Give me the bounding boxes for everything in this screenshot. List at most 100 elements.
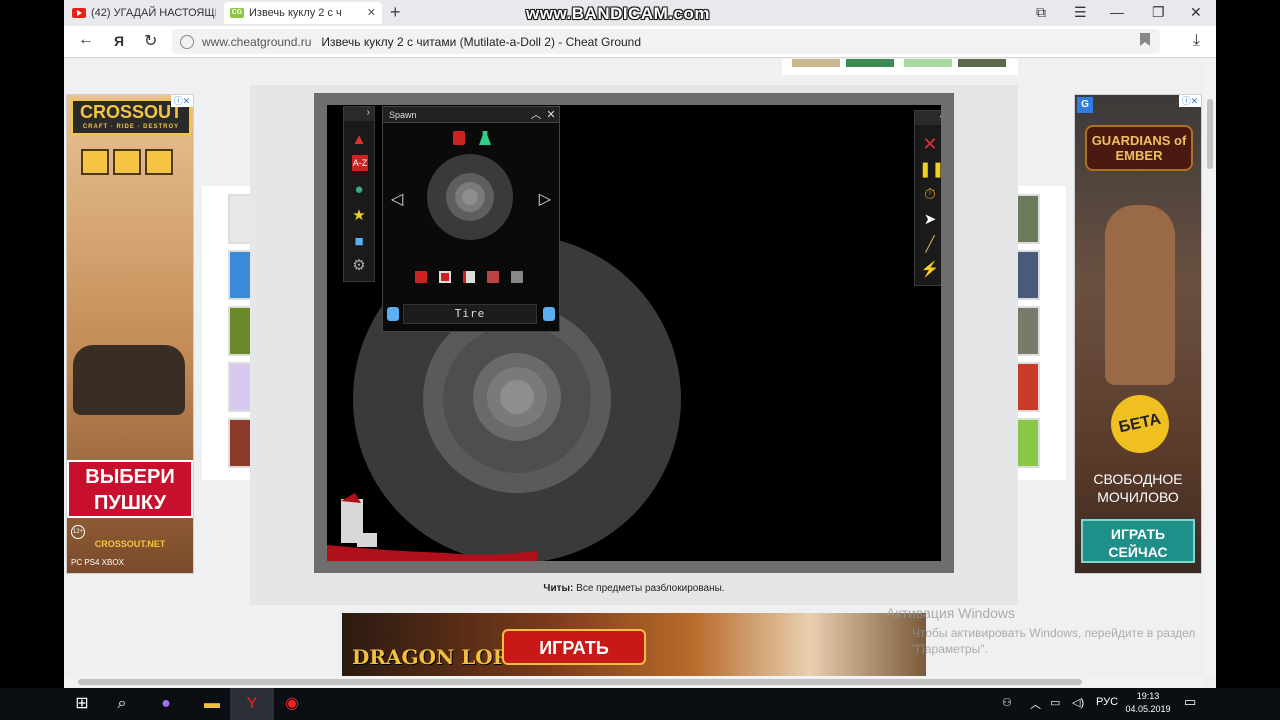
ad-brand: DRAGON LORD — [352, 645, 527, 669]
url-page-title: Извечь куклу 2 с читами (Mutilate-a-Doll… — [321, 34, 642, 49]
collapse-icon[interactable]: ︿ — [529, 107, 543, 123]
cheats-caption: Читы: Все предметы разблокированы. — [250, 583, 1018, 594]
file-explorer-icon[interactable]: ▬ — [190, 688, 234, 720]
game-thumbnail[interactable] — [846, 59, 894, 67]
shapes-icon[interactable]: ▲ — [348, 129, 370, 151]
tab-youtube[interactable]: (42) УГАДАЙ НАСТОЯЩЕЕ — [66, 2, 216, 24]
volume-icon[interactable]: ◁) — [1072, 696, 1084, 709]
language-indicator[interactable]: РУС — [1096, 696, 1118, 708]
star-icon[interactable]: ★ — [348, 205, 370, 227]
ad-cta[interactable]: ИГРАТЬ СЕЙЧАС — [1081, 519, 1195, 563]
web-page: CROSSOUT CRAFT · RIDE · DESTROY ВЫБЕРИ П… — [64, 59, 1216, 676]
ad-choices-icon[interactable]: ⓘ✕ — [171, 95, 193, 107]
yandex-icon[interactable]: Я — [114, 33, 124, 49]
bookmark-icon[interactable] — [1140, 33, 1150, 46]
ad-cta[interactable]: ВЫБЕРИ ПУШКУ — [67, 460, 193, 518]
ad-brand: CROSSOUT — [79, 102, 182, 122]
youtube-icon — [72, 8, 86, 18]
search-icon[interactable] — [387, 307, 399, 321]
tire-preview-center — [462, 189, 478, 205]
address-bar-row: ← Я ↻ www.cheatground.ru Извечь куклу 2 … — [64, 26, 1216, 58]
lightning-icon[interactable]: ⚡ — [919, 259, 941, 281]
tray-chevron-icon[interactable]: ︿ — [1030, 696, 1041, 712]
site-info-icon[interactable] — [180, 34, 194, 49]
cursor-icon[interactable]: ➤ — [919, 209, 941, 231]
save-icon[interactable]: ■ — [348, 231, 370, 253]
game-stage[interactable]: › ▲ A-Z ● ★ ■ ⚙ Spawn ︿ ✕ ◁ ▷ Tire ✕ ❚❚ … — [327, 105, 941, 561]
beta-badge: БЕТА — [1105, 389, 1175, 459]
back-icon[interactable]: ← — [78, 31, 94, 49]
category-icon[interactable] — [487, 271, 499, 283]
next-item-icon[interactable]: ▷ — [539, 189, 551, 209]
toolbar-header: › — [344, 107, 374, 121]
item-preview — [427, 154, 513, 240]
previous-item-icon[interactable]: ◁ — [391, 189, 403, 209]
alphabet-icon[interactable]: A-Z — [352, 155, 368, 171]
guardians-ad[interactable]: G ⓘ✕ GUARDIANS of EMBER БЕТА СВОБОДНОЕ М… — [1074, 94, 1202, 574]
cheats-label: Читы: — [543, 583, 574, 594]
minimize-icon[interactable]: — — [1110, 4, 1124, 20]
horizontal-scrollbar[interactable] — [64, 676, 1204, 688]
ad-brand: GUARDIANS of EMBER — [1085, 125, 1193, 171]
gear-icon — [113, 149, 141, 175]
buggy-image — [73, 345, 185, 415]
tab-label: Извечь куклу 2 с ч — [249, 7, 342, 19]
tab-cheatground[interactable]: CG Извечь куклу 2 с ч ✕ — [224, 2, 382, 24]
time: 19:13 — [1136, 691, 1160, 701]
screen: (42) УГАДАЙ НАСТОЯЩЕЕ CG Извечь куклу 2 … — [0, 0, 1280, 720]
google-ad-icon: G — [1077, 97, 1093, 113]
restore-icon[interactable]: ❐ — [1152, 4, 1165, 21]
close-window-icon[interactable]: ✕ — [1190, 4, 1202, 21]
menu-icon[interactable]: ☰ — [1074, 4, 1087, 21]
ad-icons — [81, 149, 177, 180]
delete-icon[interactable]: ✕ — [919, 133, 941, 155]
scroll-thumb[interactable] — [78, 679, 1082, 685]
ad-choices-icon[interactable]: ⓘ✕ — [1179, 95, 1201, 107]
age-rating: 12+ — [71, 525, 85, 539]
clock[interactable]: 19:13 04.05.2019 — [1124, 690, 1172, 716]
notifications-icon[interactable]: ▭ — [1184, 694, 1196, 710]
new-tab-button[interactable]: + — [390, 2, 401, 23]
category-icon[interactable] — [511, 271, 523, 283]
category-icon[interactable] — [463, 271, 475, 283]
close-tab-icon[interactable]: ✕ — [367, 6, 376, 19]
wrench-icon — [81, 149, 109, 175]
ad-platforms: PC PS4 XBOX — [71, 558, 124, 567]
crossout-ad[interactable]: CROSSOUT CRAFT · RIDE · DESTROY ВЫБЕРИ П… — [66, 94, 194, 574]
date: 04.05.2019 — [1125, 704, 1171, 714]
knife-icon[interactable]: ╱ — [919, 234, 941, 256]
dragon-lord-ad[interactable]: DRAGON LORD ИГРАТЬ — [342, 613, 926, 676]
ad-cta[interactable]: ИГРАТЬ — [502, 629, 646, 665]
download-icon[interactable]: ⤓ — [1193, 32, 1200, 50]
vertical-scrollbar[interactable] — [1204, 59, 1216, 676]
chevron-left-icon[interactable]: ‹ — [940, 111, 941, 122]
edit-icon[interactable] — [543, 307, 555, 321]
yandex-browser-icon[interactable]: Y — [230, 688, 274, 720]
bandicam-icon[interactable]: ◉ — [270, 688, 314, 720]
globe-icon[interactable]: ● — [348, 179, 370, 201]
scroll-thumb[interactable] — [1207, 99, 1213, 169]
settings-icon[interactable]: ⚙ — [348, 255, 370, 277]
search-icon[interactable]: ⌕ — [100, 688, 144, 720]
category-icon[interactable] — [439, 271, 451, 283]
ad-text: СВОБОДНОЕ МОЧИЛОВО — [1093, 471, 1183, 505]
close-icon[interactable]: ✕ — [544, 107, 558, 123]
explosion-icon — [145, 149, 173, 175]
people-icon[interactable]: ⚇ — [1002, 696, 1012, 709]
reload-icon[interactable]: ↻ — [144, 31, 157, 51]
url-field[interactable]: www.cheatground.ru Извечь куклу 2 с чита… — [172, 29, 1160, 54]
game-thumbnail[interactable] — [792, 59, 840, 67]
category-icon[interactable] — [415, 271, 427, 283]
alice-icon[interactable]: ● — [144, 688, 188, 720]
pause-icon[interactable]: ❚❚ — [919, 159, 941, 181]
game-thumbnail[interactable] — [904, 59, 952, 67]
url-host: www.cheatground.ru — [202, 34, 312, 49]
game-thumbnail[interactable] — [958, 59, 1006, 67]
start-icon[interactable]: ⊞ — [60, 688, 104, 720]
doll-remains — [357, 533, 377, 547]
bookmark-manager-icon[interactable]: ⧉ — [1036, 4, 1046, 21]
game-frame: › ▲ A-Z ● ★ ■ ⚙ Spawn ︿ ✕ ◁ ▷ Tire ✕ ❚❚ … — [314, 93, 954, 573]
network-icon[interactable]: ▭ — [1050, 696, 1060, 709]
chevron-right-icon[interactable]: › — [367, 107, 370, 118]
timer-icon[interactable]: ⏱ — [919, 184, 941, 206]
